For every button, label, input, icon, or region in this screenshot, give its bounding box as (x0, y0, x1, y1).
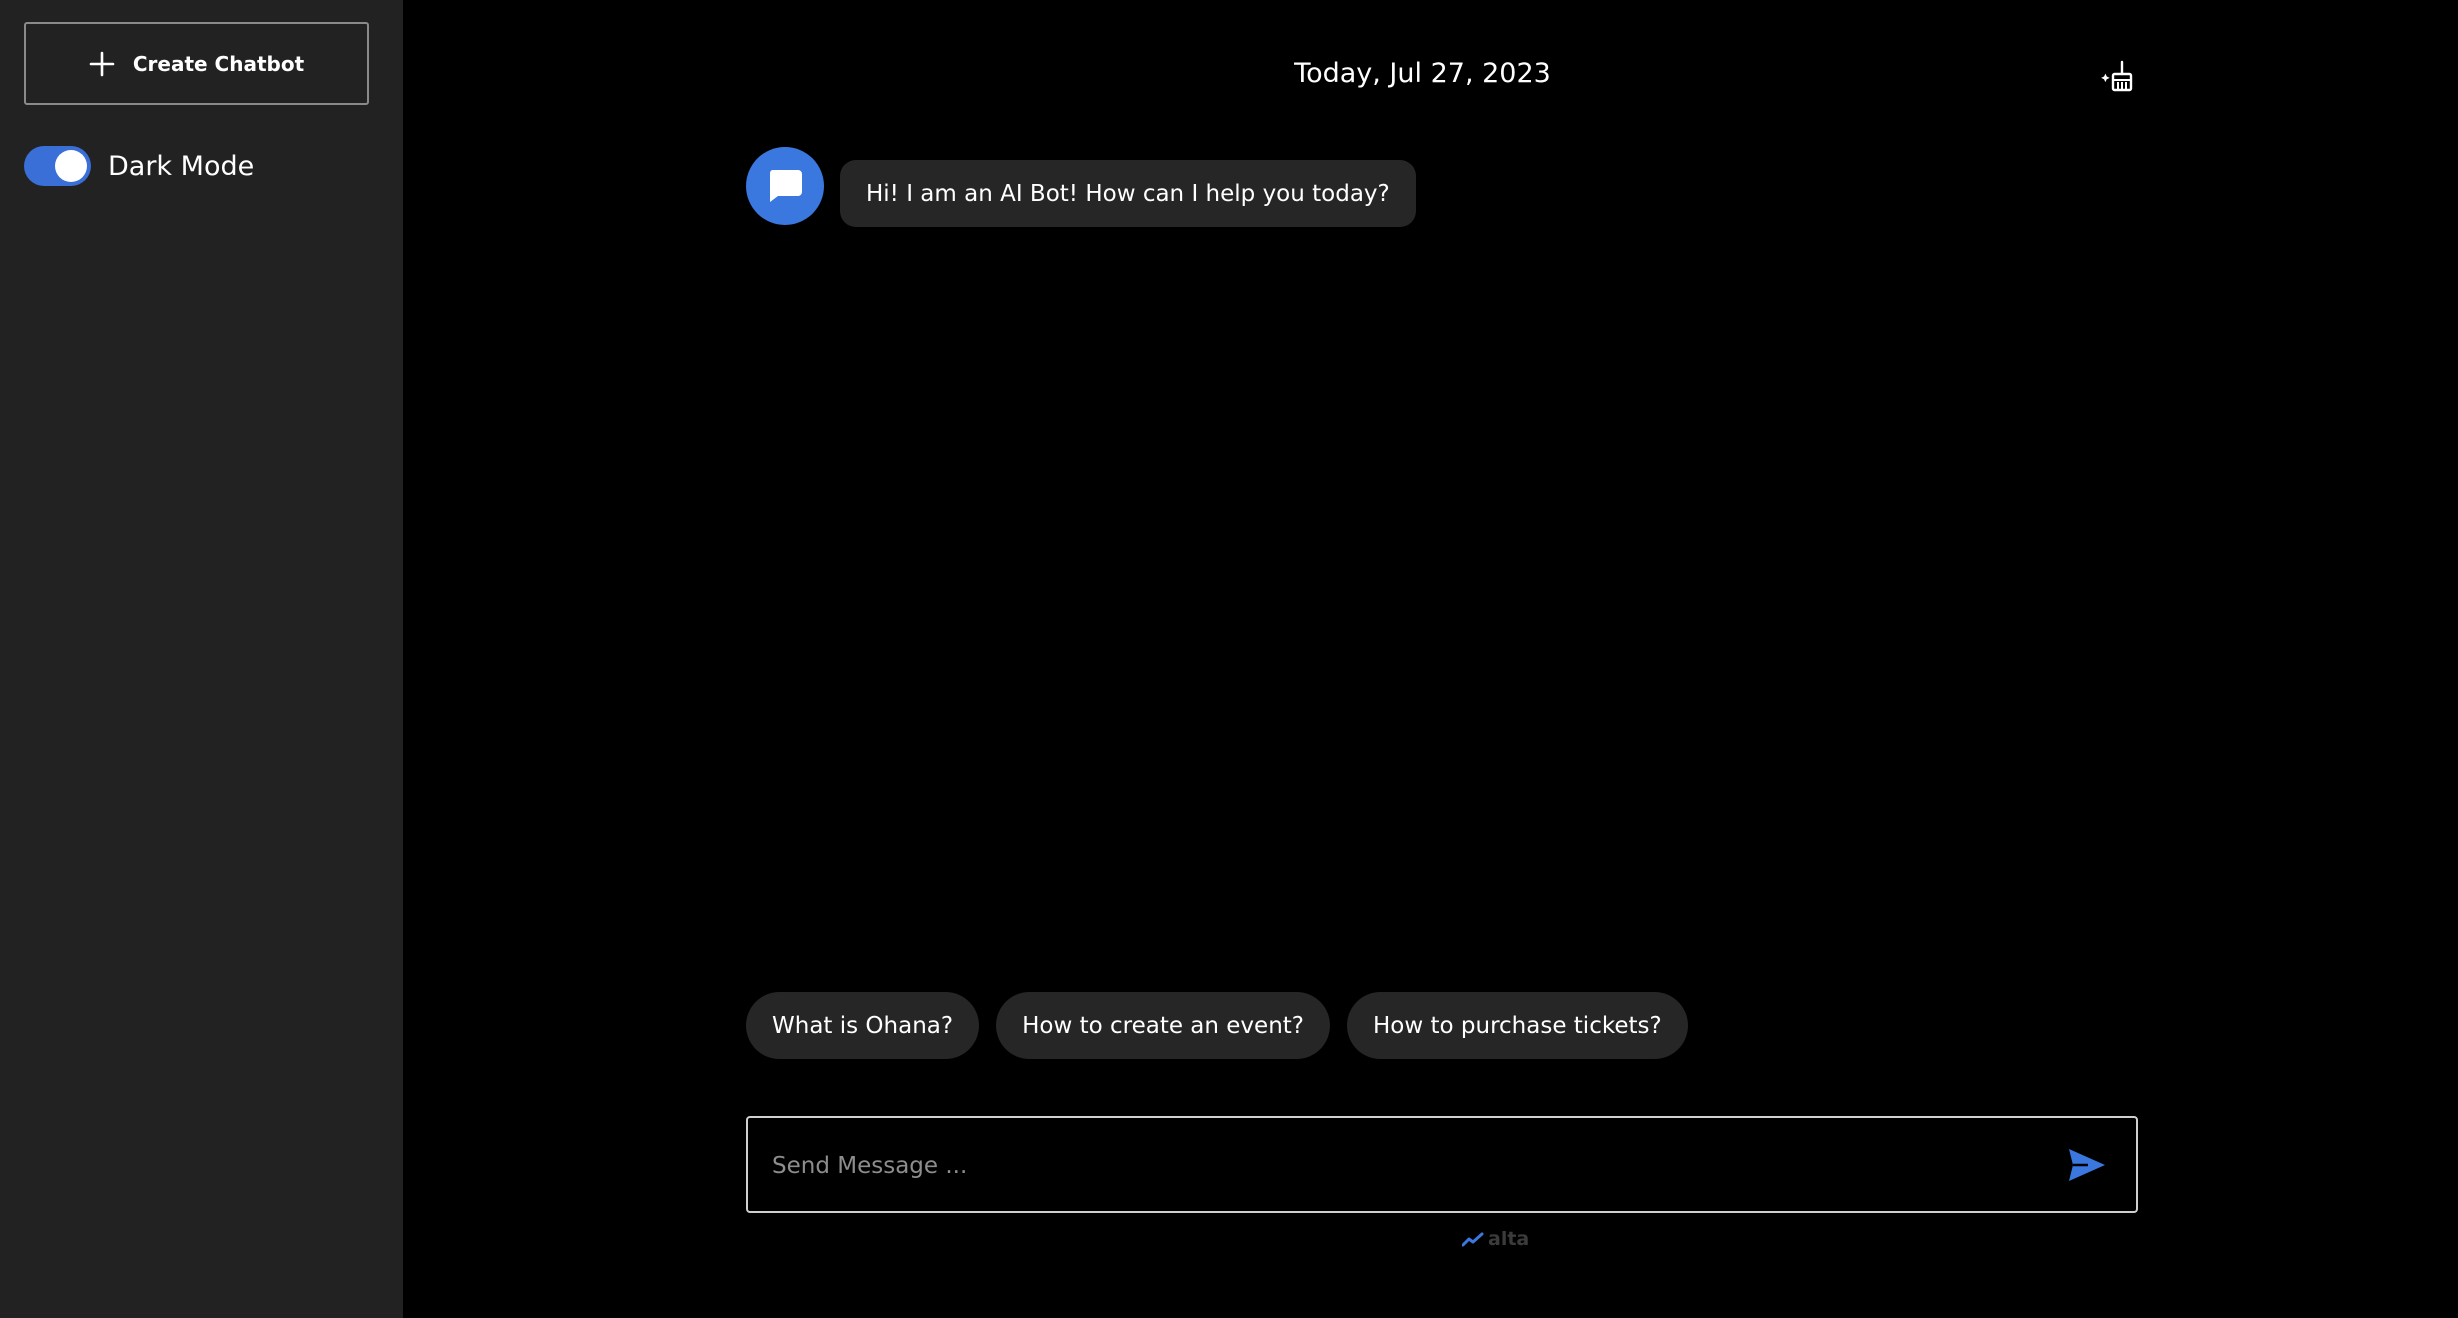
brand-footer: alta (1462, 1228, 1529, 1250)
plus-icon (89, 51, 115, 76)
clean-chat-icon[interactable] (2100, 60, 2140, 100)
chat-bubble-icon (769, 170, 802, 202)
send-icon[interactable] (2068, 1148, 2106, 1182)
suggestion-chip[interactable]: What is Ohana? (746, 992, 980, 1059)
dark-mode-row: Dark Mode (24, 146, 254, 186)
toggle-knob (55, 150, 87, 182)
suggestion-chip[interactable]: How to purchase tickets? (1347, 992, 1688, 1059)
message-input[interactable] (770, 1118, 2034, 1213)
create-chatbot-button[interactable]: Create Chatbot (24, 22, 369, 105)
bot-message: Hi! I am an AI Bot! How can I help you t… (840, 160, 1416, 227)
sidebar: Create Chatbot Dark Mode (0, 0, 403, 1318)
dark-mode-toggle[interactable] (24, 146, 91, 186)
message-composer (746, 1116, 2138, 1213)
dark-mode-label: Dark Mode (108, 150, 255, 182)
suggestion-list: What is Ohana? How to create an event? H… (746, 992, 1688, 1059)
bot-avatar (746, 147, 824, 225)
trend-icon (1462, 1232, 1484, 1247)
brand-text: alta (1488, 1228, 1530, 1250)
app: Create Chatbot Dark Mode Today, Jul 27, … (0, 0, 2458, 1318)
suggestion-chip[interactable]: How to create an event? (996, 992, 1331, 1059)
date-header: Today, Jul 27, 2023 (1294, 58, 1551, 89)
create-chatbot-label: Create Chatbot (132, 51, 305, 76)
